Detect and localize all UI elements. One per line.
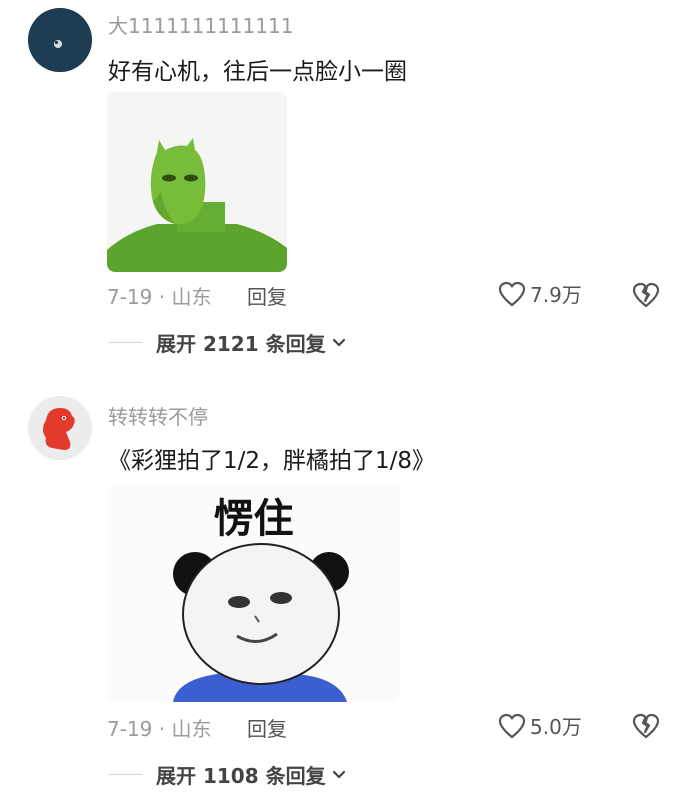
chevron-down-icon — [332, 770, 345, 778]
avatar[interactable] — [28, 396, 92, 460]
expand-replies-label: 展开 1108 条回复 — [156, 764, 326, 788]
meme-caption: 愣住 — [213, 496, 294, 542]
username[interactable]: 转转转不停 — [108, 401, 208, 430]
like-button[interactable]: 5.0万 — [498, 711, 582, 740]
date-location: 7-19 · 山东 — [107, 717, 212, 741]
comment-image[interactable]: 愣住 — [107, 484, 400, 702]
comment-2: 转转转不停 《彩狸拍了1/2，胖橘拍了1/8》 愣住 7-19 · 山东 回复 … — [0, 0, 690, 806]
dislike-button[interactable] — [631, 712, 661, 740]
divider — [108, 774, 142, 775]
heart-icon — [498, 713, 526, 738]
reply-button[interactable]: 回复 — [247, 713, 287, 742]
broken-heart-icon — [632, 713, 660, 739]
comment-text: 《彩狸拍了1/2，胖橘拍了1/8》 — [108, 448, 436, 474]
like-count: 5.0万 — [530, 715, 582, 739]
red-cartoon-icon — [28, 396, 92, 460]
expand-replies[interactable]: 展开 1108 条回复 — [108, 760, 348, 789]
